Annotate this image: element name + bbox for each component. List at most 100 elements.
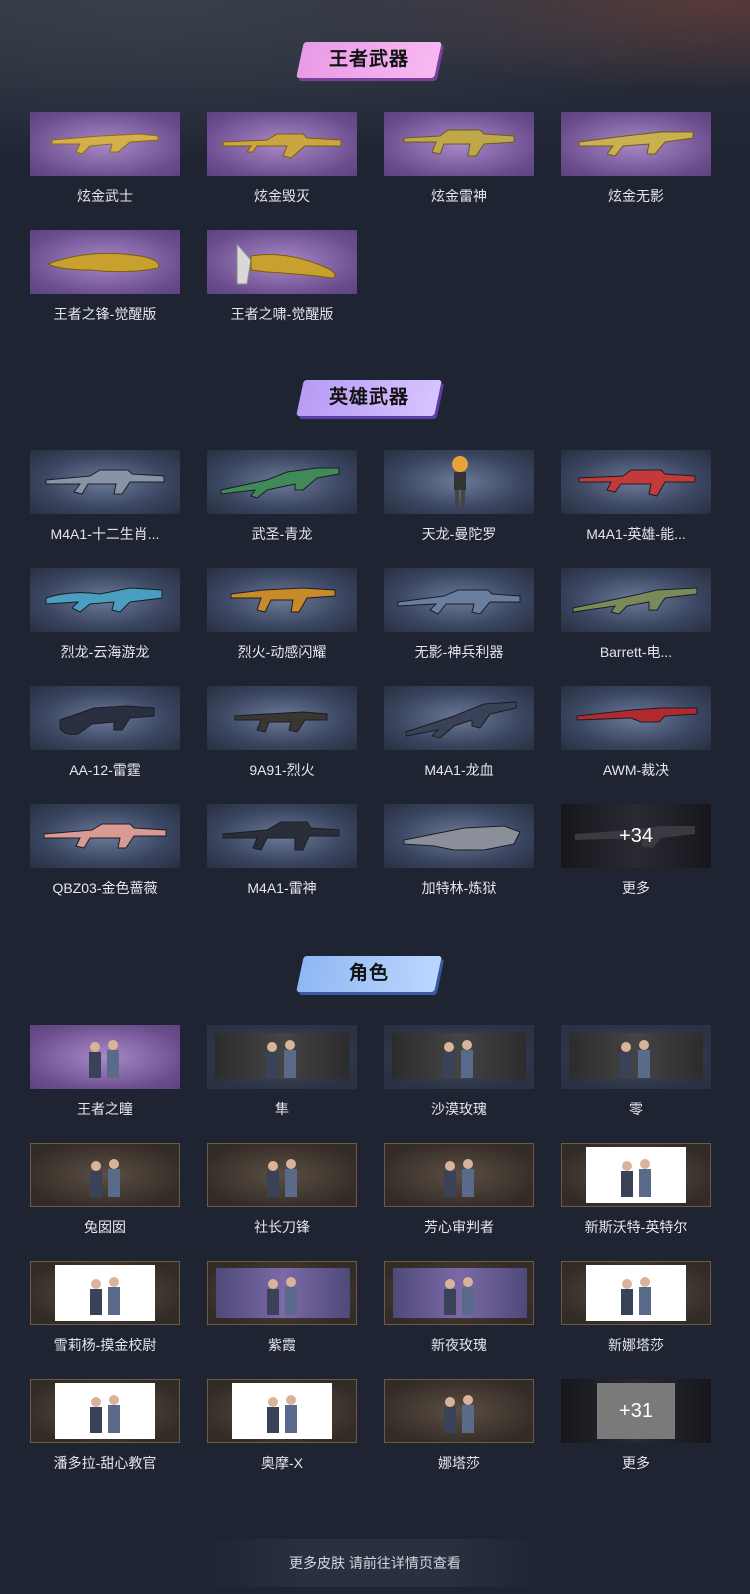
section-title-king-weapons: 王者武器	[0, 40, 750, 80]
weapon-name: 炫金毁灭	[254, 188, 310, 204]
weapon-name: 王者之啸-觉醒版	[230, 306, 334, 322]
character-name: 社长刀锋	[254, 1219, 310, 1235]
more-thumbnail: +31	[561, 1379, 711, 1443]
more-count: +34	[619, 825, 653, 847]
weapon-card[interactable]: 王者之啸-觉醒版	[207, 230, 357, 330]
character-card[interactable]: 潘多拉-甜心教官	[30, 1379, 180, 1479]
character-name: 奥摩-X	[261, 1455, 303, 1471]
character-thumbnail	[561, 1261, 711, 1325]
weapon-name: 炫金雷神	[431, 188, 487, 204]
weapon-card[interactable]: 炫金毁灭	[207, 112, 357, 212]
character-thumbnail	[207, 1379, 357, 1443]
character-thumbnail	[30, 1025, 180, 1089]
more-label: 更多	[622, 880, 650, 896]
weapon-name: 炫金无影	[608, 188, 664, 204]
weapon-name: Barrett-电...	[599, 644, 673, 660]
character-card[interactable]: 奥摩-X	[207, 1379, 357, 1479]
character-name: 零	[629, 1101, 643, 1117]
weapon-card[interactable]: 烈龙-云海游龙	[30, 568, 180, 668]
weapon-thumbnail	[561, 450, 711, 514]
section-title-text: 英雄武器	[328, 387, 409, 408]
weapon-name: M4A1-龙血	[424, 762, 494, 778]
weapon-card[interactable]: M4A1-英雄-能...	[561, 450, 711, 550]
weapon-name: 9A91-烈火	[249, 762, 315, 778]
character-card[interactable]: 沙漠玫瑰	[384, 1025, 534, 1125]
character-name: 兔囡囡	[84, 1219, 126, 1235]
character-card[interactable]: 新斯沃特-英特尔	[561, 1143, 711, 1243]
section-title-hero-weapons: 英雄武器	[0, 378, 750, 418]
weapon-thumbnail	[384, 568, 534, 632]
section-title-text: 王者武器	[328, 49, 409, 70]
character-name: 芳心审判者	[424, 1219, 494, 1235]
more-thumbnail: +34	[561, 804, 711, 868]
weapon-thumbnail	[30, 804, 180, 868]
more-skins-link[interactable]: 更多皮肤 请前往详情页查看	[205, 1539, 545, 1587]
weapon-card[interactable]: Barrett-电...	[561, 568, 711, 668]
character-card[interactable]: 紫霞	[207, 1261, 357, 1361]
section-title-text: 角色	[348, 963, 389, 984]
character-name: 紫霞	[268, 1337, 296, 1353]
character-thumbnail	[207, 1025, 357, 1089]
weapon-card[interactable]: 9A91-烈火	[207, 686, 357, 786]
weapon-name: 烈龙-云海游龙	[60, 644, 150, 660]
character-card[interactable]: 新夜玫瑰	[384, 1261, 534, 1361]
character-card[interactable]: 隼	[207, 1025, 357, 1125]
character-thumbnail	[30, 1143, 180, 1207]
weapon-card[interactable]: 炫金雷神	[384, 112, 534, 212]
character-name: 新娜塔莎	[608, 1337, 664, 1353]
character-thumbnail	[384, 1261, 534, 1325]
weapon-card[interactable]: 加特林-炼狱	[384, 804, 534, 904]
character-name: 新斯沃特-英特尔	[584, 1219, 688, 1235]
character-name: 隼	[275, 1101, 289, 1117]
weapon-card[interactable]: 武圣-青龙	[207, 450, 357, 550]
more-weapons-button[interactable]: +34 更多	[561, 804, 711, 904]
weapon-thumbnail	[561, 112, 711, 176]
weapon-card[interactable]: 无影-神兵利器	[384, 568, 534, 668]
weapon-card[interactable]: 王者之锋-觉醒版	[30, 230, 180, 330]
character-card[interactable]: 芳心审判者	[384, 1143, 534, 1243]
character-name: 王者之瞳	[77, 1101, 133, 1117]
weapon-name: M4A1-十二生肖...	[50, 526, 160, 542]
character-thumbnail	[561, 1025, 711, 1089]
character-card[interactable]: 新娜塔莎	[561, 1261, 711, 1361]
character-card[interactable]: 社长刀锋	[207, 1143, 357, 1243]
weapon-name: AA-12-雷霆	[69, 762, 141, 778]
weapon-name: M4A1-英雄-能...	[586, 526, 686, 542]
weapon-card[interactable]: 天龙-曼陀罗	[384, 450, 534, 550]
character-card[interactable]: 零	[561, 1025, 711, 1125]
character-card[interactable]: 兔囡囡	[30, 1143, 180, 1243]
character-thumbnail	[30, 1379, 180, 1443]
weapon-thumbnail	[561, 686, 711, 750]
character-card[interactable]: 娜塔莎	[384, 1379, 534, 1479]
weapon-card[interactable]: M4A1-十二生肖...	[30, 450, 180, 550]
weapon-card[interactable]: AA-12-雷霆	[30, 686, 180, 786]
weapon-name: 王者之锋-觉醒版	[53, 306, 157, 322]
weapon-name: 武圣-青龙	[251, 526, 313, 542]
weapon-thumbnail	[30, 112, 180, 176]
weapon-name: AWM-裁决	[602, 762, 670, 778]
weapon-thumbnail	[207, 804, 357, 868]
weapon-card[interactable]: M4A1-雷神	[207, 804, 357, 904]
weapon-name: 天龙-曼陀罗	[421, 526, 497, 542]
more-count: +31	[619, 1400, 653, 1422]
weapon-name: 加特林-炼狱	[421, 880, 497, 896]
weapon-card[interactable]: M4A1-龙血	[384, 686, 534, 786]
weapon-card[interactable]: QBZ03-金色蔷薇	[30, 804, 180, 904]
weapon-thumbnail	[384, 450, 534, 514]
weapon-card[interactable]: 炫金武士	[30, 112, 180, 212]
weapon-card[interactable]: 炫金无影	[561, 112, 711, 212]
character-thumbnail	[207, 1143, 357, 1207]
weapon-thumbnail	[30, 568, 180, 632]
weapon-card[interactable]: AWM-裁决	[561, 686, 711, 786]
more-characters-button[interactable]: +31 更多	[561, 1379, 711, 1479]
character-name: 潘多拉-甜心教官	[53, 1455, 157, 1471]
section-title-characters: 角色	[0, 954, 750, 994]
weapon-thumbnail	[384, 112, 534, 176]
weapon-card[interactable]: 烈火-动感闪耀	[207, 568, 357, 668]
weapon-name: M4A1-雷神	[247, 880, 317, 896]
character-card[interactable]: 雪莉杨-摸金校尉	[30, 1261, 180, 1361]
weapon-name: 炫金武士	[77, 188, 133, 204]
weapon-thumbnail	[30, 686, 180, 750]
character-thumbnail	[384, 1143, 534, 1207]
character-card[interactable]: 王者之瞳	[30, 1025, 180, 1125]
